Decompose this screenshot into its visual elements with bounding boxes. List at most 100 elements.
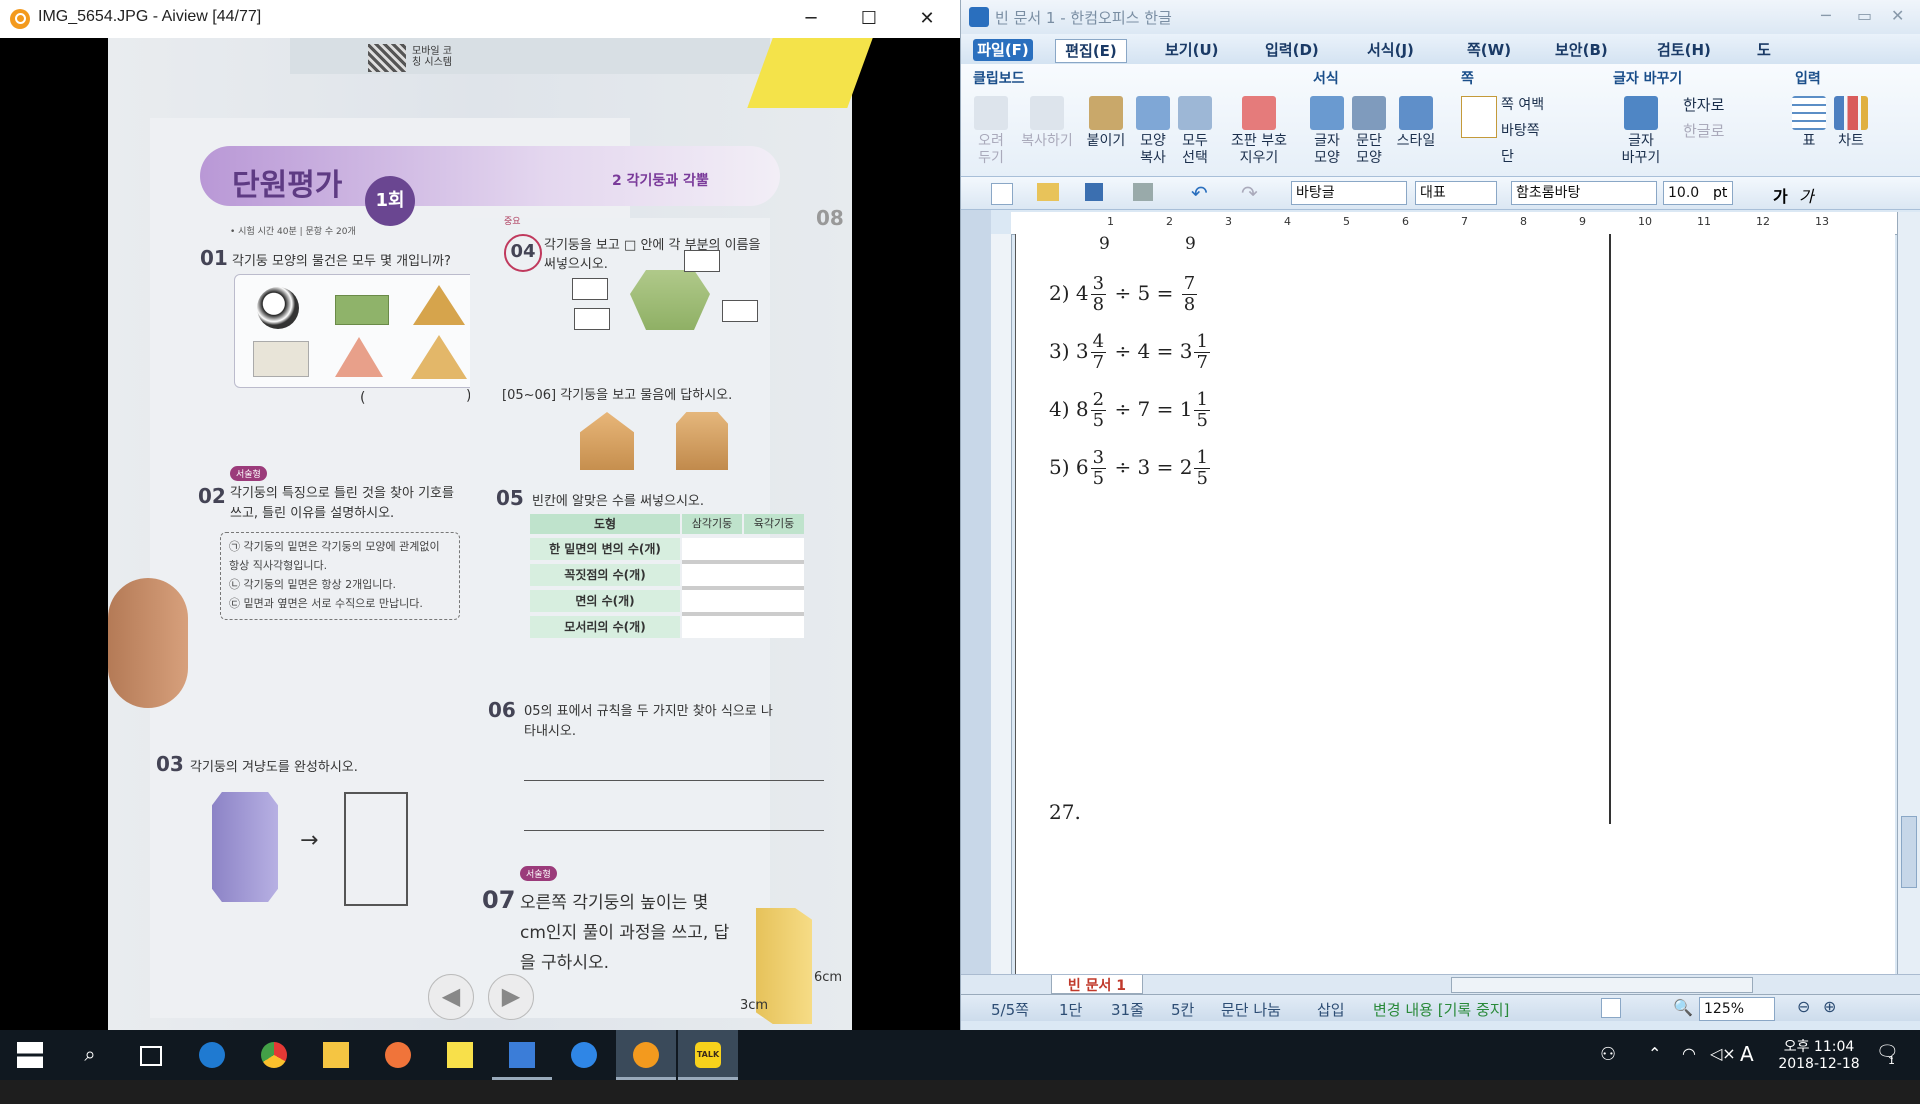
clear-marks-button[interactable]: 조판 부호 지우기 <box>1223 96 1295 167</box>
char-shape-button[interactable]: 글자 모양 <box>1307 96 1347 167</box>
taskbar-hancom[interactable] <box>492 1030 552 1080</box>
table-header-hexagonal: 육각기둥 <box>744 514 804 534</box>
document-page[interactable]: 9 9 2) 438 ÷ 5 = 78 3) 347 ÷ 4 = 317 4) … <box>1015 234 1895 974</box>
arrow-app-icon <box>571 1042 597 1068</box>
style-combo[interactable]: 바탕글 <box>1291 181 1407 205</box>
menu-tools[interactable]: 도 <box>1757 39 1771 61</box>
table-button[interactable]: 표 <box>1791 96 1827 150</box>
open-folder-icon[interactable] <box>1037 183 1059 201</box>
next-image-button[interactable]: ▶ <box>488 974 534 1020</box>
bold-button[interactable]: 가 <box>1773 183 1788 207</box>
hanja-button[interactable]: 한자로 <box>1683 94 1724 115</box>
para-shape-button[interactable]: 문단 모양 <box>1349 96 1389 167</box>
windows-start-icon <box>17 1042 43 1068</box>
page-view-icon[interactable] <box>1601 998 1621 1018</box>
search-button[interactable]: ⌕ <box>60 1030 120 1080</box>
cut-button[interactable]: 오려 두기 <box>971 96 1011 167</box>
char-replace-button[interactable]: 글자 바꾸기 <box>1611 96 1671 167</box>
menu-edit[interactable]: 편집(E) <box>1055 39 1127 63</box>
q04-blank-2[interactable] <box>684 250 720 272</box>
wifi-icon[interactable]: ◠ <box>1682 1044 1696 1094</box>
hwp-minimize-button[interactable]: ─ <box>1821 6 1831 25</box>
paste-button[interactable]: 붙이기 <box>1081 96 1131 150</box>
save-icon[interactable] <box>1085 183 1103 201</box>
minimize-button[interactable]: ─ <box>782 0 840 38</box>
taskbar-edge[interactable] <box>182 1030 242 1080</box>
start-button[interactable] <box>0 1030 60 1080</box>
close-button[interactable]: ✕ <box>898 0 956 38</box>
page-settings-icon[interactable] <box>1461 96 1497 138</box>
scissors-icon <box>974 96 1008 130</box>
taskbar-pen-app[interactable] <box>368 1030 428 1080</box>
hangul-button[interactable]: 한글로 <box>1683 120 1724 141</box>
menu-security[interactable]: 보안(B) <box>1555 39 1608 61</box>
hwp-close-button[interactable]: ✕ <box>1891 6 1904 25</box>
item-27: 27. <box>1049 800 1081 824</box>
q04-tag: 중요 <box>504 217 521 227</box>
aiview-titlebar[interactable]: IMG_5654.JPG - Aiview [44/77] ─ ☐ ✕ <box>0 0 960 39</box>
master-page-button[interactable]: 바탕쪽 <box>1501 120 1540 140</box>
group-page: 쪽 <box>1461 71 1474 87</box>
task-view-button[interactable] <box>120 1030 180 1080</box>
fraction: 47 <box>1090 331 1107 373</box>
new-document-icon[interactable] <box>991 183 1013 205</box>
page-margin-button[interactable]: 쪽 여백 <box>1501 94 1544 114</box>
taskbar-kakaotalk[interactable]: TALK <box>678 1030 738 1080</box>
column-button[interactable]: 단 <box>1501 146 1514 166</box>
font-combo[interactable]: 함초롬바탕 <box>1511 181 1657 205</box>
ime-indicator[interactable]: A <box>1740 1042 1754 1092</box>
taskbar-clock[interactable]: 오후 11:04 2018-12-18 <box>1774 1036 1864 1086</box>
taskbar-chrome[interactable] <box>244 1030 304 1080</box>
select-all-button[interactable]: 모두 선택 <box>1175 96 1215 167</box>
zoom-out-button[interactable]: ⊖ <box>1797 997 1810 1016</box>
hwp-titlebar[interactable]: 빈 문서 1 - 한컴오피스 한글 ─ ▭ ✕ <box>961 0 1920 34</box>
dimension-6cm: 6cm <box>814 970 843 985</box>
taskbar-file-explorer[interactable] <box>306 1030 366 1080</box>
zoom-in-button[interactable]: ⊕ <box>1823 997 1836 1016</box>
q04-blank-4[interactable] <box>722 300 758 322</box>
copy-button[interactable]: 복사하기 <box>1017 96 1077 150</box>
arrow-right-icon: → <box>300 828 319 853</box>
menu-input[interactable]: 입력(D) <box>1265 39 1319 61</box>
shape-copy-button[interactable]: 모양 복사 <box>1133 96 1173 167</box>
chevron-up-icon[interactable]: ⌃ <box>1648 1044 1661 1094</box>
status-insert-mode[interactable]: 삽입 <box>1317 999 1345 1020</box>
vertical-scrollbar[interactable] <box>1897 212 1920 974</box>
taskbar-sticky-notes[interactable] <box>430 1030 490 1080</box>
menu-page[interactable]: 쪽(W) <box>1467 39 1511 61</box>
table-blank-cells[interactable] <box>682 538 804 638</box>
print-icon[interactable] <box>1133 183 1153 201</box>
previous-image-button[interactable]: ◀ <box>428 974 474 1020</box>
vertical-scrollbar-thumb[interactable] <box>1901 816 1917 888</box>
taskbar-arrow-app[interactable] <box>554 1030 614 1080</box>
q04-blank-1[interactable] <box>572 278 608 300</box>
menu-view[interactable]: 보기(U) <box>1165 39 1219 61</box>
style-button[interactable]: 스타일 <box>1391 96 1441 150</box>
zoom-combo[interactable]: 125% <box>1699 997 1775 1021</box>
italic-button[interactable]: 가 <box>1799 183 1814 207</box>
copy-icon <box>1030 96 1064 130</box>
volume-muted-icon[interactable]: ◁× <box>1710 1044 1736 1094</box>
char-shape-icon <box>1310 96 1344 130</box>
taskbar-aiview[interactable] <box>616 1030 676 1080</box>
document-tab[interactable]: 빈 문서 1 <box>1051 975 1143 994</box>
q02-number: 02 <box>198 484 226 508</box>
menu-file[interactable]: 파일(F) <box>973 39 1033 61</box>
chart-button[interactable]: 차트 <box>1831 96 1871 150</box>
undo-icon[interactable]: ↶ <box>1191 181 1208 205</box>
menu-review[interactable]: 검토(H) <box>1657 39 1711 61</box>
search-icon: ⌕ <box>84 1042 96 1066</box>
maximize-button[interactable]: ☐ <box>840 0 898 38</box>
people-icon[interactable]: ⚇ <box>1600 1044 1616 1094</box>
redo-icon[interactable]: ↷ <box>1241 181 1258 205</box>
font-lang-combo[interactable]: 대표 <box>1415 181 1497 205</box>
status-track-changes[interactable]: 변경 내용 [기록 중지] <box>1373 999 1509 1020</box>
q04-blank-3[interactable] <box>574 308 610 330</box>
horizontal-scrollbar[interactable] <box>1451 977 1753 993</box>
vertical-ruler[interactable] <box>991 234 1012 974</box>
horizontal-ruler[interactable]: 1 2 3 4 5 6 7 8 9 10 11 12 13 <box>1011 212 1899 235</box>
hwp-maximize-button[interactable]: ▭ <box>1857 6 1872 25</box>
zoom-icon[interactable]: 🔍 <box>1673 998 1693 1017</box>
photo-viewport[interactable]: 모바일 코칭 시스템 단원평가 1회 2 각기둥과 각뿔 • 시험 시간 40분… <box>0 38 960 1030</box>
menu-format[interactable]: 서식(J) <box>1367 39 1414 61</box>
